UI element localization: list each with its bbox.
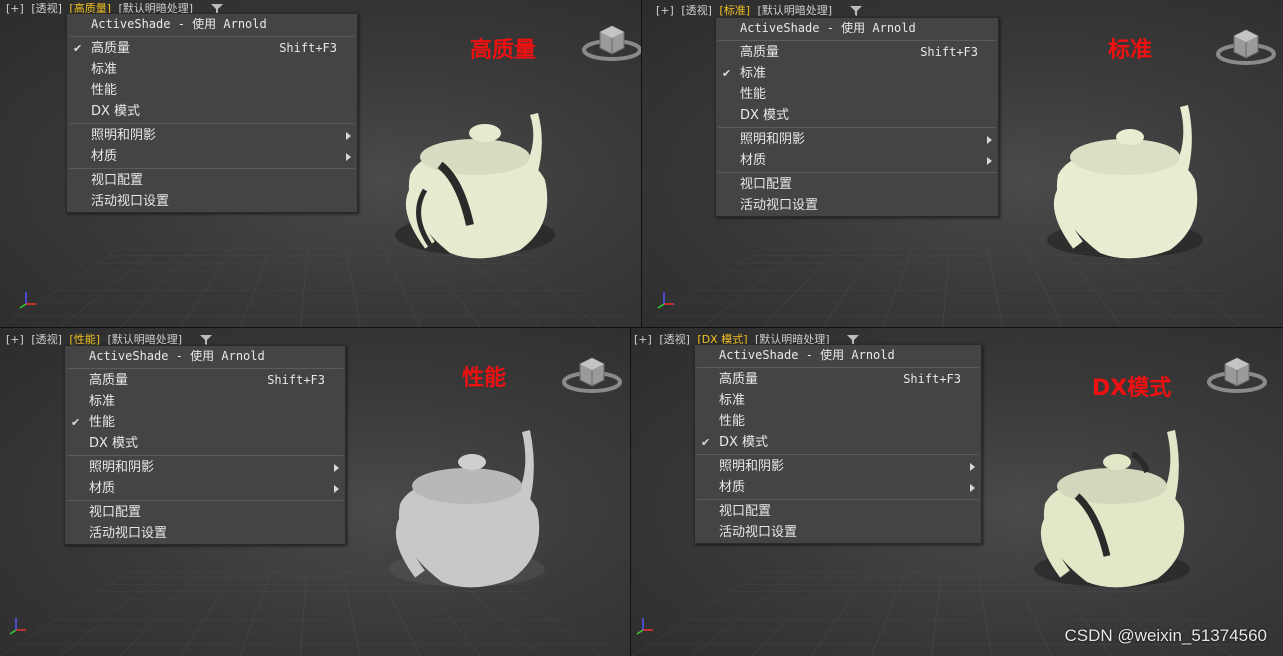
viewport-plus-menu[interactable]: [+] [6,2,24,15]
check-icon: ✔ [722,67,732,80]
viewcube-icon[interactable] [580,18,641,62]
viewport-view-menu[interactable]: [透视] [31,333,62,346]
overlay-label: 标准 [1108,38,1153,63]
menu-submenu-lighting-shadows[interactable]: 照明和阴影 [716,129,998,150]
menu-submenu-lighting-shadows[interactable]: 照明和阴影 [65,457,345,478]
quality-menu: ActiveShade - 使用 Arnold 高质量 Shift+F3 标准 ✔… [64,345,346,545]
quality-menu: ActiveShade - 使用 Arnold 高质量 Shift+F3 ✔ 标准 … [715,17,999,217]
submenu-arrow-icon [334,485,339,493]
menu-item-standard[interactable]: ✔ 标准 [716,63,998,84]
viewport-view-menu[interactable]: [透视] [31,2,62,15]
menu-item-viewport-config[interactable]: 视口配置 [67,170,357,191]
viewport-plus-menu[interactable]: [+] [656,4,674,17]
menu-activeshade-item[interactable]: ActiveShade - 使用 Arnold [716,18,998,39]
menu-separator [67,455,343,456]
menu-separator [697,499,979,500]
menu-item-dx-mode[interactable]: DX 模式 [67,101,357,122]
menu-item-high-quality[interactable]: 高质量 Shift+F3 [65,370,345,391]
menu-item-viewport-config[interactable]: 视口配置 [65,502,345,523]
menu-submenu-lighting-shadows[interactable]: 照明和阴影 [695,456,981,477]
menu-submenu-materials[interactable]: 材质 [716,150,998,171]
menu-separator [67,368,343,369]
quality-menu: ActiveShade - 使用 Arnold 高质量 Shift+F3 标准 性… [694,344,982,544]
menu-separator [69,36,355,37]
csdn-watermark: CSDN @weixin_51374560 [1064,626,1267,645]
menu-separator [697,367,979,368]
viewport-top-right[interactable]: [+] [透视] [标准] [默认明暗处理] ActiveShade - 使用 … [641,0,1283,328]
submenu-arrow-icon [987,157,992,165]
menu-item-dx-mode[interactable]: DX 模式 [65,433,345,454]
check-icon: ✔ [701,436,711,449]
menu-item-viewport-config[interactable]: 视口配置 [716,174,998,195]
menu-activeshade-item[interactable]: ActiveShade - 使用 Arnold [67,14,357,35]
menu-item-performance[interactable]: ✔ 性能 [65,412,345,433]
menu-separator [69,168,355,169]
axis-gizmo-icon [9,618,26,635]
menu-item-high-quality[interactable]: 高质量 Shift+F3 [716,42,998,63]
teapot-model[interactable] [372,424,572,604]
submenu-arrow-icon [970,463,975,471]
viewport-shading-menu[interactable]: [默认明暗处理] [758,4,833,17]
overlay-label: 高质量 [470,38,537,63]
menu-activeshade-item[interactable]: ActiveShade - 使用 Arnold [695,345,981,366]
menu-item-performance[interactable]: 性能 [67,80,357,101]
viewport-plus-menu[interactable]: [+] [6,333,24,346]
axis-gizmo-icon [657,292,674,309]
menu-item-standard[interactable]: 标准 [67,59,357,80]
filter-icon[interactable] [199,335,212,345]
menu-submenu-materials[interactable]: 材质 [67,146,357,167]
menu-item-active-viewport-settings[interactable]: 活动视口设置 [695,522,981,543]
menu-item-viewport-config[interactable]: 视口配置 [695,501,981,522]
check-icon: ✔ [71,416,81,429]
submenu-arrow-icon [987,136,992,144]
submenu-arrow-icon [334,464,339,472]
submenu-arrow-icon [346,153,351,161]
menu-item-high-quality[interactable]: ✔ 高质量 Shift+F3 [67,38,357,59]
menu-item-active-viewport-settings[interactable]: 活动视口设置 [67,191,357,212]
menu-item-dx-mode[interactable]: DX 模式 [716,105,998,126]
menu-separator [697,454,979,455]
menu-item-active-viewport-settings[interactable]: 活动视口设置 [716,195,998,216]
viewport-plus-menu[interactable]: [+] [634,333,652,346]
check-icon: ✔ [73,42,83,55]
teapot-model[interactable] [1030,95,1230,275]
menu-activeshade-item[interactable]: ActiveShade - 使用 Arnold [65,346,345,367]
viewcube-icon[interactable] [560,350,624,394]
axis-gizmo-icon [636,618,653,635]
menu-item-dx-mode[interactable]: ✔ DX 模式 [695,432,981,453]
submenu-arrow-icon [970,484,975,492]
quality-menu: ActiveShade - 使用 Arnold ✔ 高质量 Shift+F3 标准 … [66,13,358,213]
viewport-mode-menu[interactable]: [标准] [719,4,750,17]
submenu-arrow-icon [346,132,351,140]
teapot-model[interactable] [380,95,580,275]
menu-separator [718,40,996,41]
menu-submenu-lighting-shadows[interactable]: 照明和阴影 [67,125,357,146]
menu-item-standard[interactable]: 标准 [65,391,345,412]
menu-separator [718,172,996,173]
viewport-grid: [+] [透视] [高质量] [默认明暗处理] ActiveShade - 使用… [0,0,1283,656]
menu-item-performance[interactable]: 性能 [716,84,998,105]
menu-submenu-materials[interactable]: 材质 [695,477,981,498]
viewcube-icon[interactable] [1205,350,1269,394]
viewport-view-menu[interactable]: [透视] [659,333,690,346]
overlay-label: 性能 [462,366,507,391]
menu-item-standard[interactable]: 标准 [695,390,981,411]
overlay-label: DX模式 [1092,376,1172,401]
viewport-bottom-right[interactable]: [+] [透视] [DX 模式] [默认明暗处理] ActiveShade - … [630,327,1283,656]
viewcube-icon[interactable] [1214,22,1278,66]
menu-separator [718,127,996,128]
teapot-model[interactable] [1017,424,1217,604]
menu-item-high-quality[interactable]: 高质量 Shift+F3 [695,369,981,390]
menu-item-performance[interactable]: 性能 [695,411,981,432]
viewport-view-menu[interactable]: [透视] [681,4,712,17]
menu-separator [67,500,343,501]
viewport-bottom-left[interactable]: [+] [透视] [性能] [默认明暗处理] ActiveShade - 使用 … [0,327,631,656]
menu-item-active-viewport-settings[interactable]: 活动视口设置 [65,523,345,544]
axis-gizmo-icon [19,292,36,309]
menu-separator [69,123,355,124]
viewport-top-left[interactable]: [+] [透视] [高质量] [默认明暗处理] ActiveShade - 使用… [0,0,642,328]
viewport-header: [+] [透视] [标准] [默认明暗处理] [656,2,862,18]
filter-icon[interactable] [849,6,862,16]
menu-submenu-materials[interactable]: 材质 [65,478,345,499]
